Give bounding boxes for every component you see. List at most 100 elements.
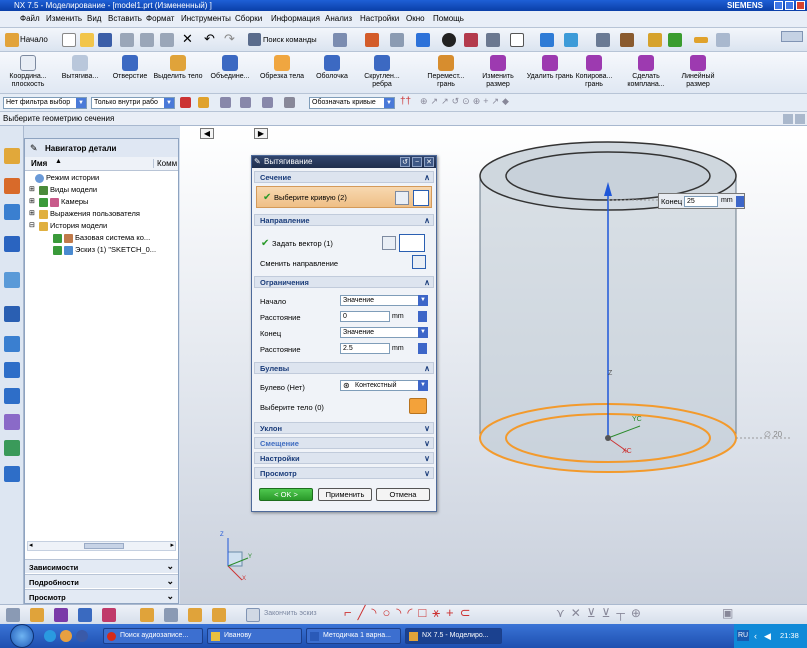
extrude-button[interactable]: Вытягива... — [54, 54, 106, 92]
chevron-down-icon[interactable]: ▼ — [418, 327, 428, 338]
menu-information[interactable]: Информация — [271, 14, 320, 23]
select-body-icon[interactable] — [262, 97, 273, 108]
menu-assemblies[interactable]: Сборки — [235, 14, 262, 23]
boolean-select[interactable]: ⊛ Контекстный — [340, 380, 428, 391]
shaded-icon[interactable] — [416, 33, 430, 47]
boolean-header[interactable]: Булевы ∧ — [254, 362, 434, 374]
curve-icon[interactable] — [78, 608, 92, 622]
draft-header[interactable]: Уклон ∨ — [254, 422, 434, 434]
linear-dimension-button[interactable]: Линейный размер — [672, 54, 724, 92]
reuse-library-icon[interactable] — [4, 236, 20, 252]
scope-select[interactable]: Только внутри рабо ▼ — [91, 97, 175, 109]
cue-close-icon[interactable] — [795, 114, 805, 124]
render-style-icon[interactable] — [365, 33, 379, 47]
delete-icon[interactable]: ✕ — [182, 31, 193, 47]
measure-icon[interactable] — [596, 33, 610, 47]
start-button[interactable]: Начало — [3, 32, 55, 48]
trim-body-button[interactable]: Обрезка тела — [256, 54, 308, 92]
play-icon[interactable] — [668, 33, 682, 47]
column-name[interactable]: Имя — [31, 159, 47, 168]
wcs-icon[interactable] — [540, 33, 554, 47]
visualization-icon[interactable] — [4, 466, 20, 482]
menu-help[interactable]: Помощь — [433, 14, 464, 23]
start-orb-icon[interactable] — [10, 624, 34, 648]
collapse-icon[interactable]: ⊟ — [29, 221, 35, 229]
roles-icon[interactable] — [4, 362, 20, 378]
menu-format[interactable]: Формат — [146, 14, 174, 23]
end-distance-tag[interactable]: Конец 25 mm — [658, 193, 745, 209]
system-scenes-icon[interactable] — [4, 388, 20, 404]
assembly-navigator-icon[interactable] — [4, 148, 20, 164]
curve-rule-select[interactable]: Обозначать кривые ▼ — [309, 97, 395, 109]
select-icon[interactable] — [333, 33, 347, 47]
cancel-button[interactable]: Отмена — [376, 488, 430, 501]
close-button[interactable] — [796, 1, 805, 10]
dialog-title-bar[interactable]: ✎ Вытягивание ↺ − ✕ — [252, 156, 436, 168]
web-browser-icon[interactable] — [4, 306, 20, 322]
maximize-button[interactable] — [785, 1, 794, 10]
language-indicator[interactable]: RU — [737, 630, 749, 641]
scroll-thumb[interactable] — [84, 543, 124, 549]
scroll-left-icon[interactable]: ◂ — [29, 541, 33, 549]
section-header[interactable]: Сечение ∧ — [254, 171, 434, 183]
limits-header[interactable]: Ограничения ∧ — [254, 276, 434, 288]
window-controls[interactable] — [781, 31, 803, 42]
end-tag-spinner[interactable] — [736, 196, 744, 207]
reverse-direction-button[interactable] — [412, 255, 426, 269]
taskbar-item-ivanovu[interactable]: Иванову — [207, 628, 302, 644]
find-command-button[interactable]: Поиск команды — [247, 33, 325, 47]
layer-icon[interactable] — [6, 608, 20, 622]
sketch-icon[interactable] — [30, 608, 44, 622]
panel-dependencies[interactable]: Зависимости ⌄ — [25, 559, 178, 573]
process-studio-icon[interactable] — [4, 414, 20, 430]
start-distance-input[interactable]: 0 — [340, 311, 390, 322]
scroll-right-icon[interactable]: ▸ — [170, 541, 174, 549]
select-face-icon[interactable] — [240, 97, 251, 108]
menu-analysis[interactable]: Анализ — [325, 14, 352, 23]
end-distance-input[interactable]: 2.5 — [340, 343, 390, 354]
menu-file[interactable]: Файл — [20, 14, 40, 23]
menu-preferences[interactable]: Настройки — [360, 14, 399, 23]
media-icon[interactable] — [76, 630, 88, 642]
tree-item-cameras[interactable]: ⊞ Камеры — [29, 197, 88, 209]
color-picker-icon[interactable] — [102, 608, 116, 622]
sketch-icon[interactable] — [648, 33, 662, 47]
tray-arrow-icon[interactable]: ‹ — [754, 624, 757, 648]
line-icon[interactable] — [694, 37, 708, 43]
select-all-icon[interactable] — [220, 97, 231, 108]
palette-icon[interactable] — [4, 336, 20, 352]
taskbar-item-methodichka[interactable]: Методичка 1 варна... — [306, 628, 401, 644]
end-tag-input[interactable]: 25 — [684, 196, 718, 207]
history-icon[interactable] — [4, 272, 20, 288]
redo-icon[interactable]: ↷ — [224, 31, 235, 47]
close-dialog-icon[interactable]: ✕ — [424, 157, 434, 167]
curve-select-icon[interactable] — [413, 190, 429, 206]
tree-item-datum-csys[interactable]: Базовая система ко... — [53, 233, 150, 245]
copy-icon[interactable] — [140, 33, 154, 47]
hole-button[interactable]: Отверстие — [104, 54, 156, 92]
edit-icon[interactable] — [716, 33, 730, 47]
finish-sketch-icon[interactable] — [246, 608, 260, 622]
panel-preview[interactable]: Просмотр ⌄ — [25, 589, 178, 603]
tree-item-user-expressions[interactable]: ⊞ Выражения пользователя — [29, 209, 140, 221]
finish-sketch-label[interactable]: Закончить эскиз — [264, 610, 317, 617]
analysis-icon[interactable] — [620, 33, 634, 47]
unite-button[interactable]: Объедине... — [204, 54, 256, 92]
filter-icon[interactable] — [180, 97, 191, 108]
reset-icon[interactable]: ↺ — [400, 157, 410, 167]
sketch-task-icon[interactable] — [188, 608, 202, 622]
move-face-button[interactable]: Перемест... грань — [420, 54, 472, 92]
paste-icon[interactable] — [160, 33, 174, 47]
image-icon[interactable] — [212, 608, 226, 622]
open-icon[interactable] — [80, 33, 94, 47]
type-filter-select[interactable]: Нет фильтра выбор ▼ — [3, 97, 87, 109]
sketch-plane-icon[interactable] — [164, 608, 178, 622]
minimize-button[interactable] — [774, 1, 783, 10]
material-icon[interactable] — [464, 33, 478, 47]
sketch-edit-icons[interactable]: ⋎✕⊻⊻┬⊕ — [556, 606, 647, 620]
extract-body-button[interactable]: Выделить тело — [152, 54, 204, 92]
menu-tools[interactable]: Инструменты — [181, 14, 231, 23]
chevron-down-icon[interactable]: ▼ — [418, 380, 428, 391]
cut-icon[interactable] — [120, 33, 134, 47]
vector-type-select[interactable] — [399, 234, 425, 252]
